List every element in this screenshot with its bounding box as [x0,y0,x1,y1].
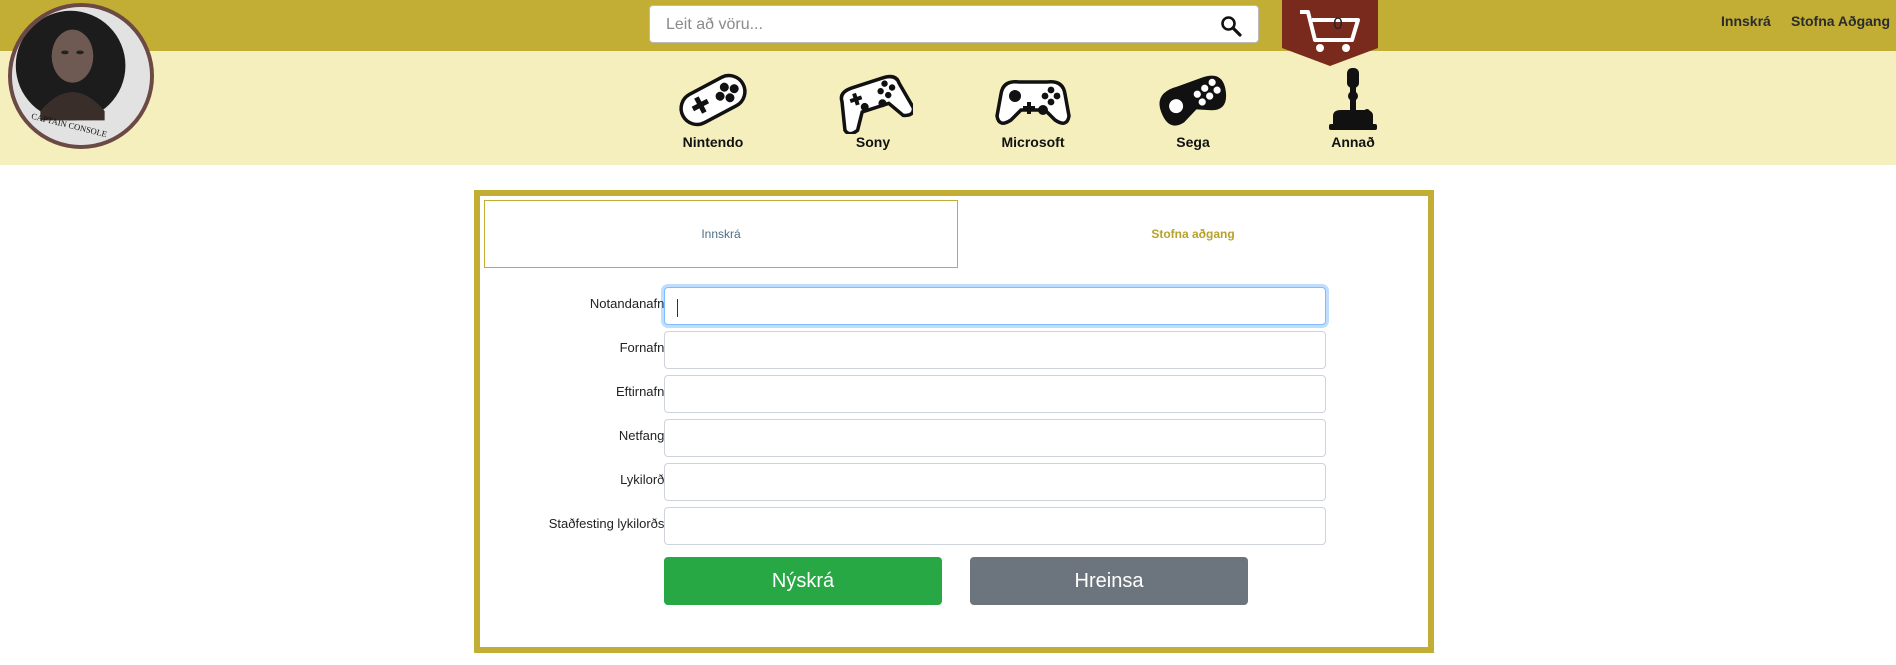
lastname-label: Eftirnafn: [615,384,668,399]
firstname-label: Fornafn: [619,340,668,355]
sega-controller-icon [1159,75,1227,126]
snes-controller-icon [679,73,747,127]
lastname-field[interactable] [664,375,1326,413]
nav-item-sega[interactable]: Sega [1138,66,1248,154]
search-bar [649,5,1259,43]
xbox-controller-icon [995,80,1071,125]
username-field[interactable] [664,287,1326,325]
nav-item-microsoft[interactable]: Microsoft [978,66,1088,154]
nav-item-nintendo[interactable]: Nintendo [658,66,768,154]
nav-label: Sega [1176,134,1210,150]
register-button[interactable]: Nýskrá [664,557,942,605]
email-label: Netfang: [618,428,668,443]
nav-label: Microsoft [1001,134,1065,150]
tab-login[interactable]: Innskrá [484,200,958,268]
captain-console-logo[interactable]: CAPTAIN CONSOLE [8,3,154,149]
search-input[interactable] [666,14,1186,36]
signup-link[interactable]: Stofna Aðgang [1791,13,1890,29]
search-icon[interactable] [1220,15,1242,37]
playstation-controller-icon [839,74,913,134]
nav-item-sony[interactable]: Sony [818,66,928,154]
username-label: Notandanafn: [589,296,668,311]
login-link[interactable]: Innskrá [1721,13,1771,29]
nav-label: Sony [855,134,891,150]
tab-signup[interactable]: Stofna aðgang [958,200,1428,268]
joystick-icon [1329,68,1377,130]
cart-count: 0 [1333,14,1343,33]
confirm-password-label: Staðfesting lykilorðs: [548,516,668,531]
email-field[interactable] [664,419,1326,457]
nav-item-other[interactable]: Annað [1298,66,1408,154]
signup-panel: Innskrá Stofna aðgang Notandanafn: Forna… [474,190,1434,653]
password-field[interactable] [664,463,1326,501]
firstname-field[interactable] [664,331,1326,369]
clear-button[interactable]: Hreinsa [970,557,1248,605]
cart-button[interactable]: 0 [1282,0,1378,66]
category-nav-band [0,51,1896,165]
nav-label: Annað [1331,134,1375,150]
nav-label: Nintendo [682,134,744,150]
password-label: Lykilorð: [620,472,668,487]
text-cursor [677,299,678,317]
confirm-password-field[interactable] [664,507,1326,545]
